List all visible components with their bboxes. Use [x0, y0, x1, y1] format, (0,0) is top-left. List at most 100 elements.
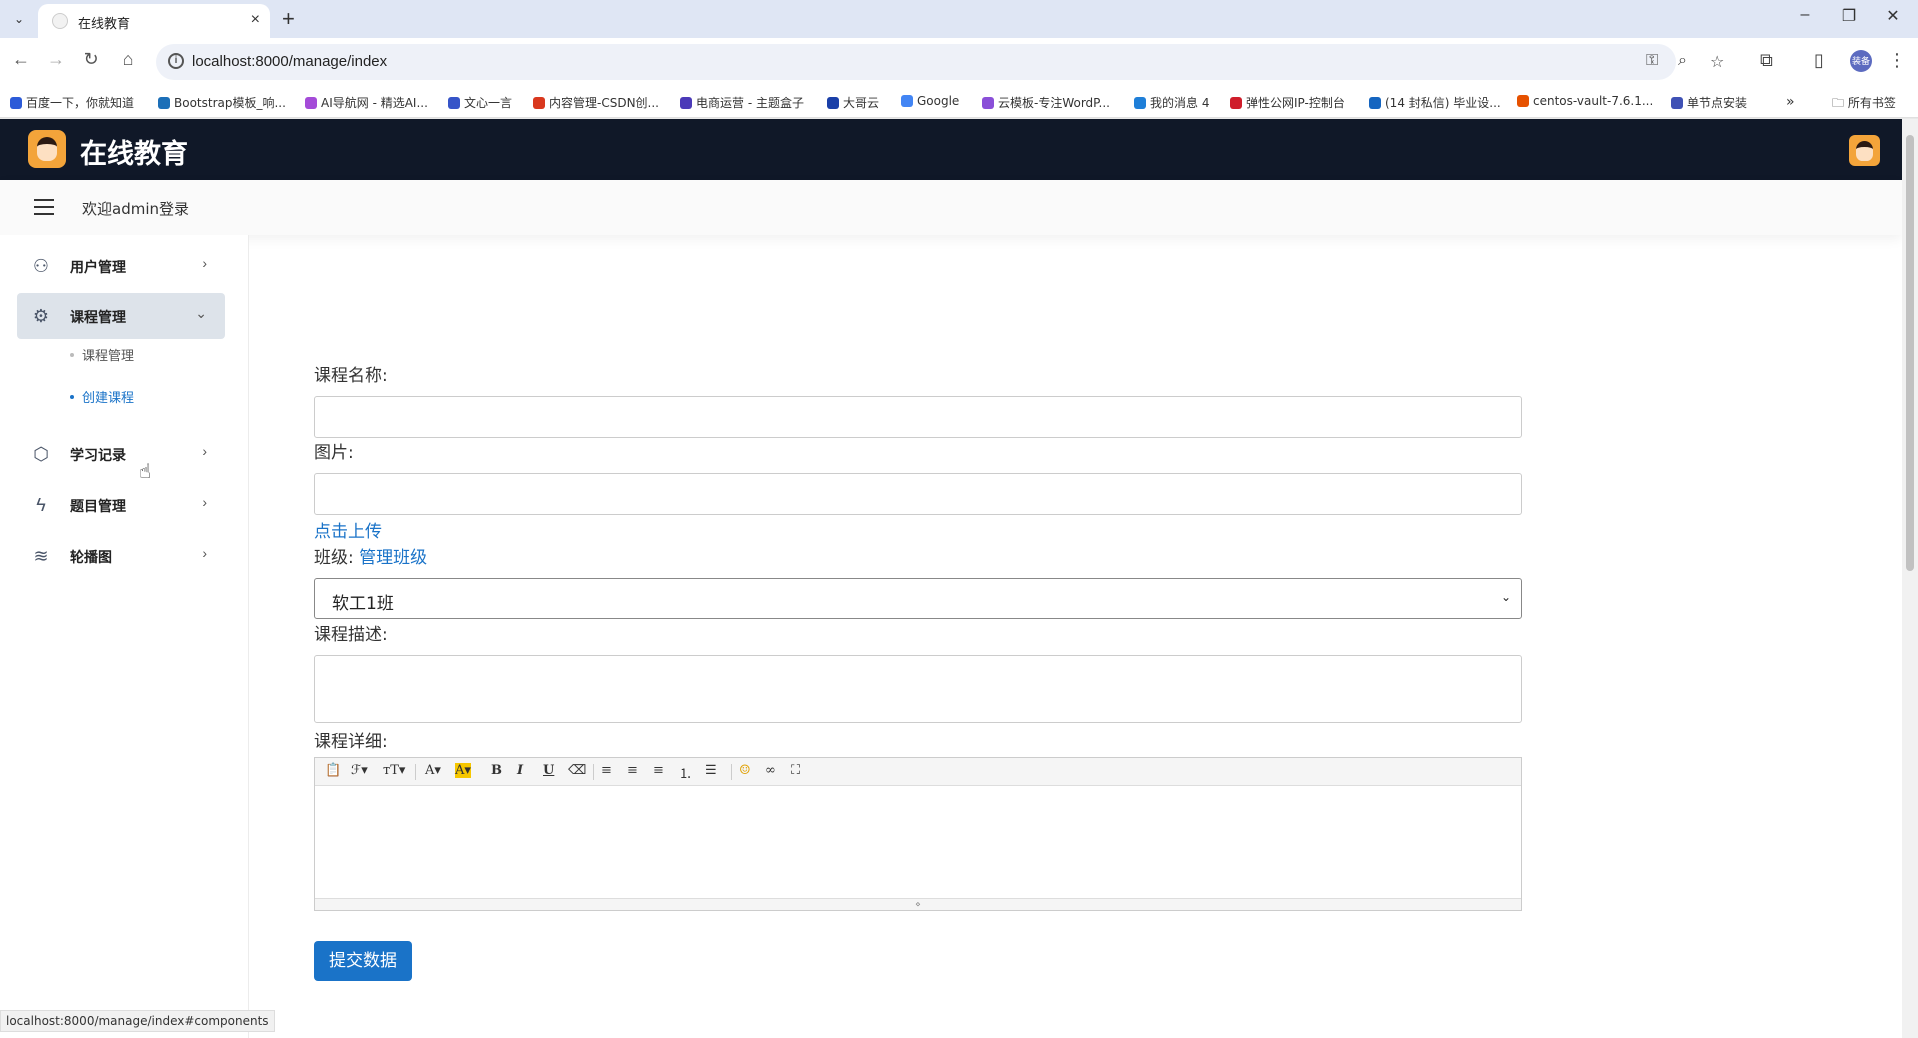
folder-icon: 🗀: [1832, 96, 1848, 110]
ordered-list-icon[interactable]: ⒈: [679, 763, 692, 782]
bookmark-item[interactable]: 我的消息 4: [1134, 94, 1209, 111]
sidebar-subitem-course-manage[interactable]: 课程管理: [70, 345, 134, 364]
user-avatar[interactable]: [1849, 135, 1880, 166]
forward-icon[interactable]: →: [43, 49, 69, 70]
home-icon[interactable]: ⌂: [115, 49, 141, 70]
sub-header: 欢迎admin登录: [0, 180, 1902, 235]
unordered-list-icon[interactable]: ☰: [705, 763, 717, 778]
brand-logo[interactable]: [28, 130, 66, 168]
chevron-down-icon: ⌄: [1500, 590, 1511, 604]
font-color-icon[interactable]: A▾: [425, 763, 441, 778]
bold-icon[interactable]: B: [491, 763, 502, 778]
bookmark-star-icon[interactable]: ☆: [1710, 52, 1724, 72]
emoji-icon[interactable]: ☺: [739, 763, 751, 778]
highlight-color-icon[interactable]: A▾: [455, 763, 471, 778]
extensions-icon[interactable]: ⧉: [1760, 50, 1773, 71]
bookmark-item[interactable]: 电商运营 - 主题盒子: [680, 94, 804, 111]
sidebar: ⚇ 用户管理 › ⚙ 课程管理 ⌄ 课程管理 创建课程 ⬡ 学习记录 › ϟ 题…: [0, 235, 249, 1038]
cpu-icon: ⚙: [32, 306, 50, 326]
bookmark-item[interactable]: 单节点安装: [1671, 94, 1747, 111]
mouse-cursor-icon: ☝: [139, 461, 152, 483]
sidebar-item-records[interactable]: ⬡ 学习记录 ›: [17, 431, 225, 477]
submit-button[interactable]: 提交数据: [314, 941, 412, 981]
bookmark-item[interactable]: 内容管理-CSDN创...: [533, 94, 659, 111]
bookmark-item[interactable]: 云模板-专注WordP...: [982, 94, 1110, 111]
font-size-icon[interactable]: тT▾: [383, 763, 405, 778]
chevron-right-icon: ›: [202, 255, 207, 271]
sidebar-item-carousel[interactable]: ≋ 轮播图 ›: [17, 533, 225, 579]
font-family-icon[interactable]: ℱ▾: [351, 763, 368, 778]
editor-resize-handle[interactable]: ⋄: [315, 898, 1521, 910]
class-select[interactable]: 软工1班 ⌄: [314, 578, 1522, 619]
users-icon: ⚇: [32, 256, 50, 276]
bookmark-item[interactable]: 百度一下，你就知道: [10, 94, 134, 111]
sidebar-item-label: 题目管理: [70, 499, 126, 515]
url-text[interactable]: localhost:8000/manage/index: [192, 53, 387, 70]
paste-icon[interactable]: 📋: [325, 763, 341, 778]
bookmark-item[interactable]: centos-vault-7.6.1...: [1517, 94, 1653, 108]
address-bar[interactable]: i localhost:8000/manage/index ⚿ ⌕ ☆: [156, 44, 1724, 80]
reload-icon[interactable]: ↻: [78, 49, 104, 70]
italic-icon[interactable]: I: [517, 763, 523, 778]
sidebar-item-courses[interactable]: ⚙ 课程管理 ⌄: [17, 293, 225, 339]
scrollbar-thumb[interactable]: [1906, 135, 1914, 571]
align-left-icon[interactable]: ≡: [601, 763, 612, 778]
upload-link[interactable]: 点击上传: [314, 517, 382, 542]
brand-title[interactable]: 在线教育: [80, 132, 188, 171]
profile-avatar[interactable]: 装备: [1850, 50, 1872, 72]
new-tab-icon[interactable]: +: [282, 6, 295, 32]
eraser-icon[interactable]: ⌫: [568, 763, 586, 778]
password-key-icon[interactable]: ⚿: [1646, 52, 1658, 70]
all-bookmarks-button[interactable]: 🗀 所有书签: [1832, 94, 1896, 115]
side-panel-icon[interactable]: ▯: [1814, 50, 1824, 71]
align-right-icon[interactable]: ≡: [653, 763, 664, 778]
fullscreen-icon[interactable]: ⛶: [791, 763, 800, 778]
bookmark-item[interactable]: 文心一言: [448, 94, 512, 111]
manage-class-link[interactable]: 管理班级: [359, 548, 427, 568]
browser-tab[interactable]: 在线教育 ×: [38, 4, 270, 38]
class-label: 班级:: [314, 548, 354, 568]
page-viewport: 在线教育 欢迎admin登录 ⚇ 用户管理 › ⚙ 课程管理 ⌄ 课程管理 创建…: [0, 119, 1902, 1038]
welcome-text: 欢迎admin登录: [82, 200, 189, 218]
bookmark-item[interactable]: AI导航网 - 精选AI...: [305, 94, 428, 111]
menu-toggle-icon[interactable]: [34, 199, 54, 215]
bookmark-favicon-icon: [827, 97, 839, 109]
browser-menu-icon[interactable]: ⋮: [1888, 50, 1906, 71]
close-tab-icon[interactable]: ×: [251, 11, 260, 29]
sidebar-item-users[interactable]: ⚇ 用户管理 ›: [17, 243, 225, 289]
underline-icon[interactable]: U: [543, 763, 554, 778]
bookmark-favicon-icon: [1230, 97, 1242, 109]
image-input[interactable]: [314, 473, 1522, 515]
bookmark-item[interactable]: Google: [901, 94, 959, 108]
bookmark-favicon-icon: [448, 97, 460, 109]
description-textarea[interactable]: [314, 655, 1522, 723]
back-icon[interactable]: ←: [8, 49, 34, 70]
bookmark-item[interactable]: (14 封私信) 毕业设...: [1369, 94, 1501, 111]
link-icon[interactable]: ∞: [765, 763, 776, 778]
course-name-input[interactable]: [314, 396, 1522, 438]
more-bookmarks-icon[interactable]: »: [1786, 94, 1795, 110]
page-scrollbar[interactable]: [1902, 119, 1918, 1038]
window-close-icon[interactable]: ✕: [1878, 6, 1908, 26]
sidebar-item-label: 轮播图: [70, 550, 112, 566]
bookmarks-bar: 百度一下，你就知道 Bootstrap模板_响... AI导航网 - 精选AI.…: [0, 86, 1918, 118]
top-navbar: 在线教育: [0, 119, 1902, 180]
layers-icon: ≋: [33, 546, 49, 566]
bookmark-favicon-icon: [1134, 97, 1146, 109]
sidebar-subitem-create-course[interactable]: 创建课程: [70, 387, 134, 406]
restore-icon[interactable]: ❐: [1834, 6, 1864, 26]
bookmark-favicon-icon: [1517, 95, 1529, 107]
minimize-icon[interactable]: –: [1790, 6, 1820, 24]
course-name-label: 课程名称:: [314, 366, 388, 386]
align-center-icon[interactable]: ≡: [627, 763, 638, 778]
sidebar-item-questions[interactable]: ϟ 题目管理 ›: [17, 482, 225, 528]
site-info-icon[interactable]: i: [168, 53, 184, 69]
bookmark-item[interactable]: Bootstrap模板_响...: [158, 94, 286, 111]
class-select-value: 软工1班: [332, 594, 394, 614]
bookmark-item[interactable]: 弹性公网IP-控制台: [1230, 94, 1345, 111]
tab-search-icon[interactable]: ⌄: [8, 8, 30, 30]
tab-favicon-icon: [52, 13, 68, 29]
chevron-right-icon: ›: [202, 545, 207, 561]
zoom-icon[interactable]: ⌕: [1678, 52, 1687, 70]
bookmark-item[interactable]: 大哥云: [827, 94, 879, 111]
